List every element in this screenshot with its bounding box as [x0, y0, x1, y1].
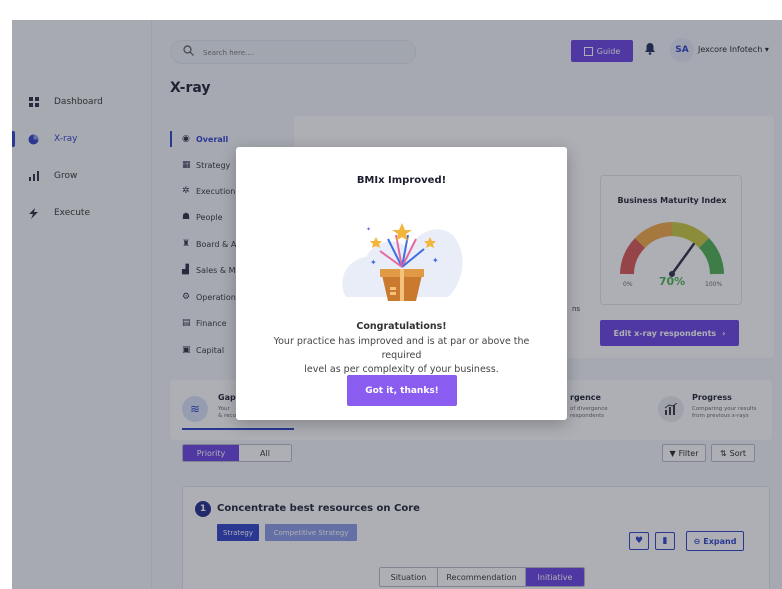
bmix-improved-modal: BMIx Improved! ✦ ✦ ✦ Congratulations! Yo… [236, 147, 567, 420]
modal-heading: Congratulations! [356, 321, 447, 332]
celebration-gift-box-icon: ✦ ✦ ✦ [342, 223, 463, 301]
svg-text:✦: ✦ [370, 258, 377, 267]
modal-title: BMIx Improved! [356, 175, 447, 186]
modal-message: Your practice has improved and is at par… [256, 335, 547, 377]
got-it-thanks-button[interactable]: Got it, thanks! [347, 375, 457, 406]
svg-text:✦: ✦ [366, 226, 371, 233]
modal-message-line: Your practice has improved and is at par… [273, 336, 530, 361]
svg-text:✦: ✦ [432, 256, 439, 265]
